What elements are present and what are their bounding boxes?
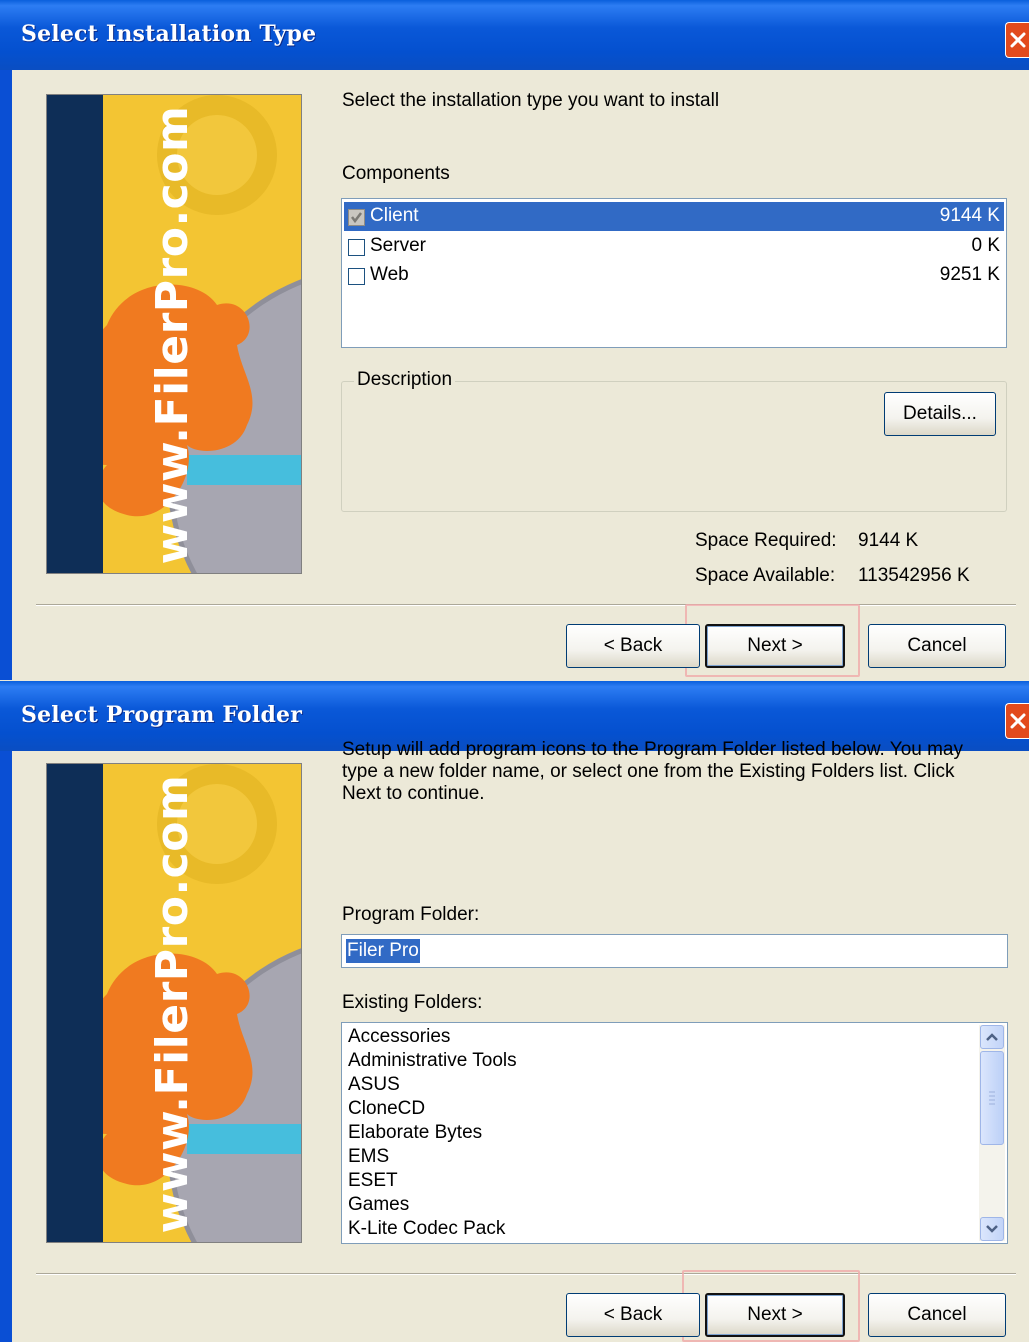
component-name: Server xyxy=(370,235,426,256)
window-border-left xyxy=(0,751,12,1342)
server-checkbox[interactable] xyxy=(348,239,365,256)
folder-item[interactable]: Elaborate Bytes xyxy=(348,1121,482,1145)
checkmark-icon xyxy=(351,212,362,224)
back-button[interactable]: < Back xyxy=(566,624,700,668)
component-size: 0 K xyxy=(971,235,1000,256)
chevron-down-icon xyxy=(986,1225,998,1233)
dialog-title: Select Installation Type xyxy=(21,21,317,47)
component-item-client[interactable]: Client 9144 K xyxy=(344,202,1004,231)
scroll-thumb[interactable] xyxy=(980,1051,1004,1145)
banner-image: www.FilerPro.com xyxy=(46,763,302,1243)
space-required-label: Space Required: xyxy=(695,530,837,551)
instruction-text: Select the installation type you want to… xyxy=(342,90,720,111)
web-checkbox[interactable] xyxy=(348,268,365,285)
component-name: Web xyxy=(370,264,409,285)
dialog-title: Select Program Folder xyxy=(21,702,303,728)
folder-item[interactable]: ASUS xyxy=(348,1073,400,1097)
space-available-value: 113542956 K xyxy=(858,565,970,586)
description-label: Description xyxy=(354,369,456,391)
close-icon xyxy=(1010,32,1026,48)
folder-item[interactable]: CloneCD xyxy=(348,1097,425,1121)
close-icon xyxy=(1010,713,1026,729)
separator xyxy=(36,604,1016,606)
folder-item[interactable]: K-Lite Codec Pack xyxy=(348,1217,505,1241)
space-available-label: Space Available: xyxy=(695,565,836,586)
folder-item[interactable]: Administrative Tools xyxy=(348,1049,517,1073)
folder-item[interactable]: Accessories xyxy=(348,1025,450,1049)
existing-folders-list[interactable]: Accessories Administrative Tools ASUS Cl… xyxy=(341,1022,1008,1244)
next-button[interactable]: Next > xyxy=(705,624,845,668)
window-border-left xyxy=(0,70,12,680)
scroll-down-button[interactable] xyxy=(980,1217,1004,1241)
program-folder-value: Filer Pro xyxy=(346,939,420,963)
instruction-line: Setup will add program icons to the Prog… xyxy=(342,739,963,760)
chevron-up-icon xyxy=(986,1033,998,1041)
details-button[interactable]: Details... xyxy=(884,392,996,436)
banner-text: www.FilerPro.com xyxy=(147,774,198,1234)
title-bar[interactable]: Select Installation Type xyxy=(0,0,1029,70)
existing-folders-label: Existing Folders: xyxy=(342,992,483,1013)
component-item-web[interactable]: Web 9251 K xyxy=(344,261,1004,290)
close-button[interactable] xyxy=(1005,703,1029,739)
component-size: 9144 K xyxy=(939,205,1000,226)
folder-item[interactable]: EMS xyxy=(348,1145,389,1169)
instruction-line: Next to continue. xyxy=(342,783,485,804)
banner-text: www.FilerPro.com xyxy=(147,105,198,565)
close-button[interactable] xyxy=(1005,22,1029,58)
components-label: Components xyxy=(342,163,450,184)
next-button[interactable]: Next > xyxy=(705,1293,845,1337)
folder-item[interactable]: ESET xyxy=(348,1169,398,1193)
program-folder-input[interactable]: Filer Pro xyxy=(341,934,1008,968)
program-folder-label: Program Folder: xyxy=(342,904,480,925)
back-button[interactable]: < Back xyxy=(566,1293,700,1337)
scroll-up-button[interactable] xyxy=(980,1025,1004,1049)
space-required-value: 9144 K xyxy=(858,530,919,551)
component-item-server[interactable]: Server 0 K xyxy=(344,232,1004,261)
component-size: 9251 K xyxy=(939,264,1000,285)
instruction-line: type a new folder name, or select one fr… xyxy=(342,761,955,782)
banner-image: www.FilerPro.com xyxy=(46,94,302,574)
cancel-button[interactable]: Cancel xyxy=(868,1293,1006,1337)
cancel-button[interactable]: Cancel xyxy=(868,624,1006,668)
components-list[interactable]: Client 9144 K Server 0 K Web 9251 K xyxy=(341,198,1007,348)
grip-icon xyxy=(989,1091,995,1105)
separator xyxy=(36,1273,1016,1275)
vertical-scrollbar[interactable] xyxy=(979,1025,1005,1241)
client-checkbox[interactable] xyxy=(348,209,365,226)
folder-item[interactable]: Games xyxy=(348,1193,409,1217)
component-name: Client xyxy=(370,205,419,226)
